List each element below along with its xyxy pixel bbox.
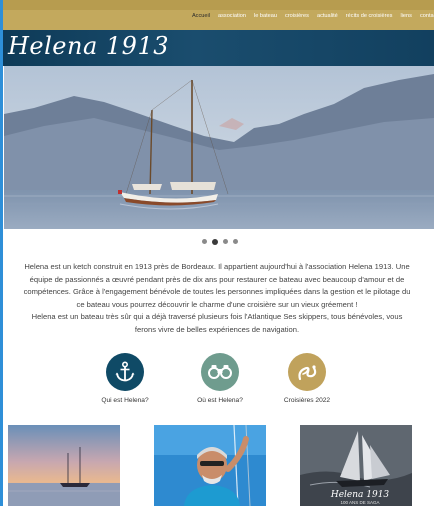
skipper-thumbnail[interactable] <box>154 425 266 506</box>
intro-line: compétences. Grâce à l'engagement bénévo… <box>23 287 411 297</box>
nav-item-le-bateau[interactable]: le bateau <box>254 13 277 19</box>
binoculars-icon <box>208 365 232 379</box>
nav-item-actualite[interactable]: actualité <box>317 13 338 19</box>
book-cover-photo: Helena 1913 100 ANS DE SAGA <box>300 425 412 506</box>
intro-line: Helena est un ketch construit en 1913 pr… <box>24 262 410 271</box>
nav-item-croisieres[interactable]: croisières <box>285 13 309 19</box>
book-cover-subtitle: 100 ANS DE SAGA <box>340 500 379 505</box>
book-cover-thumbnail[interactable]: Helena 1913 100 ANS DE SAGA <box>300 425 412 506</box>
feature-circle[interactable] <box>106 353 144 391</box>
feature-circle[interactable] <box>201 353 239 391</box>
intro-line: Helena est un bateau très sûr qui a déjà… <box>31 312 403 322</box>
slide-dot-3[interactable] <box>223 239 228 244</box>
feature-croisieres-2022[interactable]: Croisières 2022 <box>267 353 347 404</box>
slider-pagination <box>202 238 238 245</box>
intro-line: ferons vivre de belles expériences de na… <box>134 324 300 334</box>
feature-label[interactable]: Croisières 2022 <box>267 397 347 404</box>
intro-line: ce bateau vous pourrez découvrir le char… <box>76 299 358 309</box>
feature-qui-est-helena[interactable]: Qui est Helena? <box>85 353 165 404</box>
book-cover-title: Helena 1913 <box>330 490 390 500</box>
nav-item-recits-de-croisieres[interactable]: récits de croisières <box>346 13 393 19</box>
rope-icon <box>298 365 317 381</box>
slide-dot-4[interactable] <box>233 239 238 244</box>
ketch-on-lake-photo <box>4 66 434 229</box>
nav-item-association[interactable]: association <box>218 13 246 19</box>
site-header: Helena 1913 <box>0 30 434 66</box>
sunset-sailing-photo <box>8 425 120 506</box>
nav-item-accueil[interactable]: Accueil <box>192 13 210 19</box>
nav-item-contact[interactable]: contact <box>420 13 434 19</box>
sunset-sailing-thumbnail[interactable] <box>8 425 120 506</box>
browser-frame-edge <box>0 0 3 506</box>
main-menu: Accueil association le bateau croisières… <box>192 13 434 19</box>
feature-label[interactable]: Où est Helena? <box>180 397 260 404</box>
slide-dot-2[interactable] <box>212 238 218 245</box>
feature-label[interactable]: Qui est Helena? <box>85 397 165 404</box>
anchor-icon <box>115 361 135 382</box>
feature-ou-est-helena[interactable]: Où est Helena? <box>180 353 260 404</box>
slide-dot-1[interactable] <box>202 239 207 244</box>
site-logo-title[interactable]: Helena 1913 <box>8 32 169 60</box>
hero-slider-image[interactable] <box>4 66 434 229</box>
feature-circle[interactable] <box>288 353 326 391</box>
nav-item-liens[interactable]: liens <box>400 13 412 19</box>
intro-line: équipe de passionnés a œuvré pendant prè… <box>29 274 405 284</box>
intro-text: Helena est un ketch construit en 1913 pr… <box>0 261 434 337</box>
skipper-photo <box>154 425 266 506</box>
top-navigation-bar: Accueil association le bateau croisières… <box>0 0 434 30</box>
